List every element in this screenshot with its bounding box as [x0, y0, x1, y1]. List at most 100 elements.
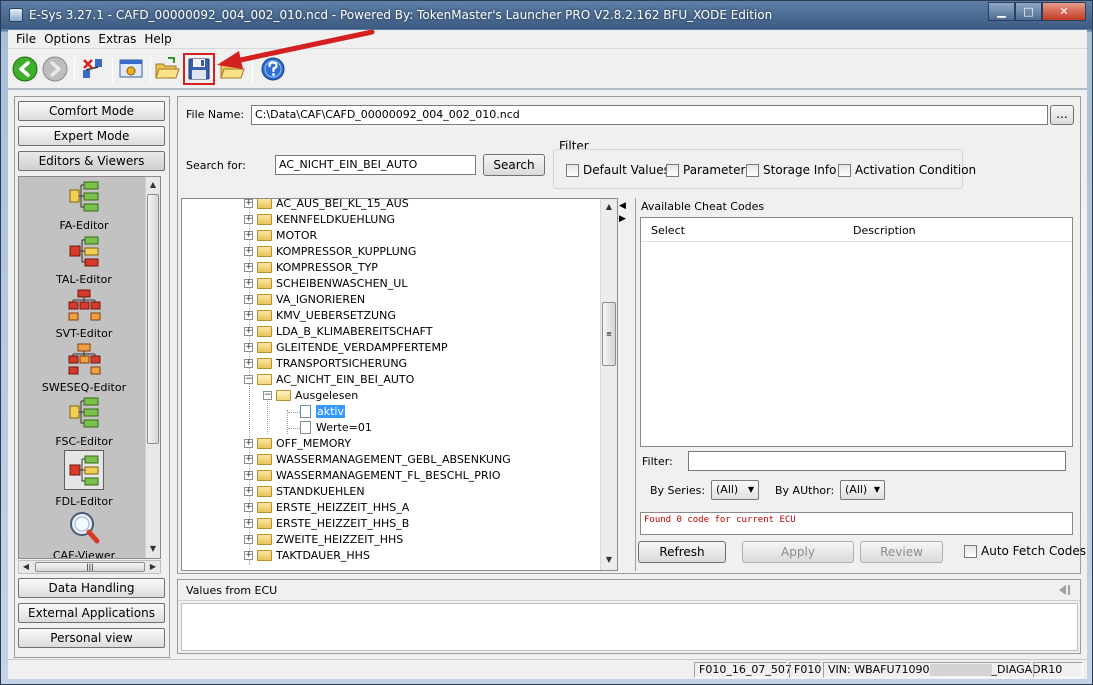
editor-label: FDL-Editor [55, 495, 113, 508]
by-author-select[interactable]: (All) ▼ [840, 480, 885, 500]
title-bar[interactable]: E-Sys 3.27.1 - CAFD_00000092_004_002_010… [1, 1, 1092, 29]
editor-tal[interactable]: TAL-Editor [19, 234, 149, 286]
file-name-label: File Name: [186, 108, 245, 121]
activation-condition-label: Activation Condition [855, 163, 977, 177]
cheat-filter-label: Filter: [642, 455, 673, 468]
cheat-codes-panel: Available Cheat Codes Select Description… [635, 198, 1086, 571]
maximize-button[interactable]: □ [1015, 2, 1042, 21]
editors-viewers-button[interactable]: Editors & Viewers [18, 151, 165, 171]
sidebar-vertical-scrollbar[interactable]: ▲ ▼ [145, 177, 160, 558]
browse-button[interactable]: ... [1050, 105, 1074, 125]
scroll-thumb[interactable]: ≡ [602, 302, 616, 366]
open-folder-icon[interactable] [153, 55, 181, 83]
refresh-button[interactable]: Refresh [638, 541, 726, 563]
value-arrow-icon [300, 421, 311, 434]
scroll-down-arrow-icon[interactable]: ▼ [604, 555, 614, 565]
toolbar-separator [112, 57, 113, 83]
cheat-codes-grid[interactable]: Select Description [640, 217, 1073, 447]
by-author-value: (All) [845, 483, 868, 496]
storage-info-label: Storage Info [763, 163, 837, 177]
forward-arrow-icon[interactable] [41, 55, 69, 83]
by-author-label: By AUthor: [775, 484, 835, 497]
storage-info-checkbox[interactable] [746, 164, 759, 177]
values-from-ecu-panel: Values from ECU [177, 579, 1081, 654]
close-button[interactable]: ✕ [1042, 2, 1086, 21]
search-button[interactable]: Search [483, 154, 545, 176]
menu-bar: File Options Extras Help [8, 30, 1087, 49]
editor-fdl[interactable]: FDL-Editor [19, 450, 149, 508]
tree-guide-line [288, 428, 300, 429]
editor-fsc[interactable]: FSC-Editor [19, 396, 149, 448]
panel-collapse-icon[interactable] [1058, 583, 1072, 600]
editor-svt[interactable]: SVT-Editor [19, 288, 149, 340]
sidebar-horizontal-scrollbar[interactable]: ◀ ||| ▶ [18, 560, 161, 574]
sidebar: Comfort Mode Expert Mode Editors & Viewe… [14, 96, 170, 658]
vehicle-order-icon[interactable] [117, 55, 145, 83]
comfort-mode-button[interactable]: Comfort Mode [18, 101, 165, 121]
chevron-down-icon: ▼ [873, 485, 880, 494]
tree-guide-line [287, 410, 288, 434]
search-label: Search for: [186, 159, 246, 172]
review-button[interactable]: Review [860, 541, 943, 563]
menu-extras[interactable]: Extras [94, 32, 140, 46]
svt-editor-icon [68, 289, 101, 321]
filter-group: Default Values Parameter Storage Info Ac… [553, 149, 976, 189]
vin-redacted [929, 664, 992, 676]
menu-file[interactable]: File [12, 32, 40, 46]
splitter-arrows[interactable]: ◀ ▶ [619, 200, 627, 226]
scroll-down-arrow-icon[interactable]: ▼ [148, 544, 158, 554]
cheat-codes-title: Available Cheat Codes [641, 200, 765, 213]
search-input[interactable]: AC_NICHT_EIN_BEI_AUTO [275, 155, 476, 175]
external-applications-button[interactable]: External Applications [18, 603, 165, 623]
save-disk-icon[interactable] [183, 53, 215, 85]
editor-label: SVT-Editor [55, 327, 113, 340]
activation-condition-checkbox[interactable] [838, 164, 851, 177]
expert-mode-button[interactable]: Expert Mode [18, 126, 165, 146]
scroll-up-arrow-icon[interactable]: ▲ [604, 202, 614, 212]
window-controls: ▁ □ ✕ [988, 2, 1086, 21]
collapse-left-arrow-icon[interactable]: ◀ [619, 200, 627, 213]
connect-icon[interactable] [79, 55, 107, 83]
toolbar [8, 49, 1087, 89]
ecu-values-area[interactable] [181, 603, 1078, 651]
scroll-right-arrow-icon[interactable]: ▶ [148, 562, 158, 572]
by-series-value: (All) [716, 483, 739, 496]
scroll-thumb[interactable]: ||| [35, 562, 145, 572]
data-handling-button[interactable]: Data Handling [18, 578, 165, 598]
collapse-right-arrow-icon[interactable]: ▶ [619, 213, 627, 226]
menu-options[interactable]: Options [40, 32, 94, 46]
tree-scrollbar[interactable]: ▲ ≡ ▼ [600, 199, 617, 570]
editor-content: File Name: C:\Data\CAF\CAFD_00000092_004… [177, 96, 1086, 574]
minimize-button[interactable]: ▁ [988, 2, 1015, 21]
auto-fetch-checkbox[interactable] [964, 545, 977, 558]
apply-button[interactable]: Apply [742, 541, 854, 563]
editor-caf-viewer[interactable]: CAF-Viewer [19, 510, 149, 558]
back-arrow-icon[interactable] [11, 55, 39, 83]
parameter-checkbox[interactable] [666, 164, 679, 177]
scroll-up-arrow-icon[interactable]: ▲ [148, 180, 158, 190]
status-series: F010 [789, 662, 821, 678]
editor-sweseq[interactable]: SWESEQ-Editor [19, 342, 149, 394]
scroll-thumb[interactable] [147, 194, 159, 444]
fsc-editor-icon [69, 397, 99, 428]
column-description[interactable]: Description [853, 224, 916, 237]
personal-view-button[interactable]: Personal view [18, 628, 165, 648]
by-series-select[interactable]: (All) ▼ [711, 480, 759, 500]
column-select[interactable]: Select [651, 224, 685, 237]
chevron-down-icon: ▼ [747, 485, 754, 494]
menu-help[interactable]: Help [140, 32, 175, 46]
values-from-ecu-title: Values from ECU [178, 580, 1080, 601]
editor-label: FSC-Editor [55, 435, 113, 448]
status-file: F010_16_07_507 [694, 662, 792, 678]
auto-fetch-label: Auto Fetch Codes [981, 544, 1086, 558]
main-area: Comfort Mode Expert Mode Editors & Viewe… [8, 90, 1087, 679]
editor-fa[interactable]: FA-Editor [19, 180, 149, 232]
file-name-field[interactable]: C:\Data\CAF\CAFD_00000092_004_002_010.nc… [251, 105, 1048, 125]
tree-guide-line [267, 394, 268, 434]
vin-prefix: VIN: WBAFU71090 [828, 663, 930, 676]
editor-label: SWESEQ-Editor [41, 381, 127, 394]
cheat-filter-input[interactable] [688, 451, 1066, 471]
scroll-left-arrow-icon[interactable]: ◀ [21, 562, 31, 572]
parameter-tree[interactable]: + AC_AUS_BEI_KL_15_AUS + KENNFELDKUEHLUNG … [181, 198, 618, 571]
default-values-checkbox[interactable] [566, 164, 579, 177]
